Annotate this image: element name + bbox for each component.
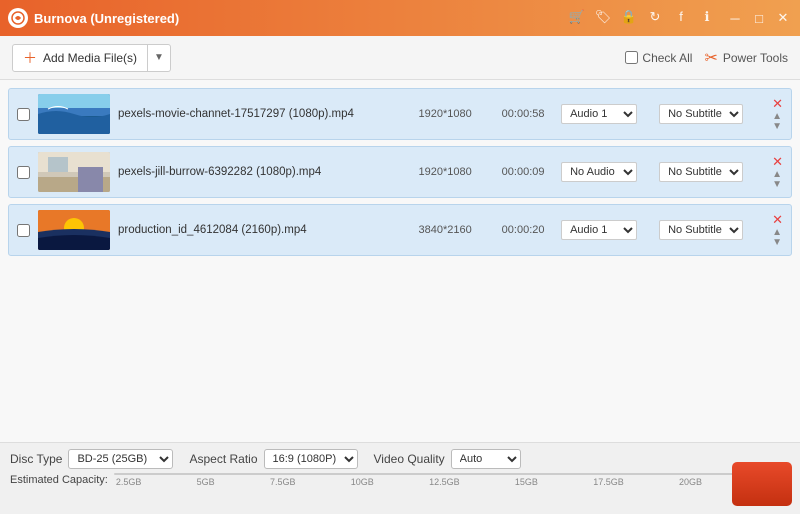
file-resolution-2: 3840*2160: [405, 224, 485, 236]
video-quality-field: Video Quality AutoHighMediumLow: [374, 449, 521, 469]
file-subtitle-2: No SubtitleSubtitle 1: [659, 220, 764, 240]
check-all-wrap[interactable]: Check All: [625, 51, 692, 65]
file-remove-0[interactable]: ✕: [772, 97, 783, 110]
disc-type-select[interactable]: BD-25 (25GB)BD-50 (50GB)DVD-5 (4.7GB)DVD…: [68, 449, 173, 469]
wrench-icon: ✂: [704, 48, 717, 68]
file-duration-2: 00:00:20: [493, 224, 553, 236]
bottom-row-settings: Disc Type BD-25 (25GB)BD-50 (50GB)DVD-5 …: [10, 449, 790, 469]
file-name-1: pexels-jill-burrow-6392282 (1080p).mp4: [118, 166, 397, 178]
capacity-tick: 2.5GB: [116, 477, 142, 487]
title-bar: Burnova (Unregistered) 🛒 🏷 🔒 ↻ f ℹ ─ □ ✕: [0, 0, 800, 36]
file-down-0[interactable]: ▼: [772, 122, 783, 132]
capacity-tick: 20GB: [679, 477, 702, 487]
file-reorder-1[interactable]: ▲ ▼: [772, 170, 783, 190]
file-audio-2: Audio 1No AudioAudio 2: [561, 220, 651, 240]
file-subtitle-0: No SubtitleSubtitle 1: [659, 104, 764, 124]
app-logo: [8, 8, 28, 28]
file-audio-0: Audio 1No AudioAudio 2: [561, 104, 651, 124]
info-icon[interactable]: ℹ: [698, 9, 716, 27]
minimize-button[interactable]: ─: [726, 9, 744, 27]
file-duration-1: 00:00:09: [493, 166, 553, 178]
add-media-label: Add Media File(s): [43, 51, 137, 65]
disc-type-label: Disc Type: [10, 452, 62, 466]
capacity-tick: 7.5GB: [270, 477, 296, 487]
file-audio-select-0[interactable]: Audio 1No AudioAudio 2: [561, 104, 637, 124]
reload-icon[interactable]: ↻: [646, 9, 664, 27]
file-actions-2: ✕ ▲ ▼: [772, 213, 783, 248]
file-thumbnail-0: [38, 94, 110, 134]
file-checkbox-2[interactable]: [17, 224, 30, 237]
check-all-checkbox[interactable]: [625, 51, 638, 64]
power-tools-button[interactable]: ✂ Power Tools: [704, 48, 788, 68]
capacity-label: Estimated Capacity:: [10, 474, 108, 486]
maximize-button[interactable]: □: [750, 9, 768, 27]
toolbar: ＋ Add Media File(s) ▼ Check All ✂ Power …: [0, 36, 800, 80]
close-button[interactable]: ✕: [774, 9, 792, 27]
bottom-row-capacity: Estimated Capacity: 2.5GB 5GB 7.5GB 10GB 12.…: [10, 473, 790, 487]
aspect-ratio-label: Aspect Ratio: [189, 452, 257, 466]
file-subtitle-select-1[interactable]: No SubtitleSubtitle 1: [659, 162, 743, 182]
capacity-tick: 15GB: [515, 477, 538, 487]
file-name-0: pexels-movie-channet-17517297 (1080p).mp…: [118, 108, 397, 120]
file-audio-select-2[interactable]: Audio 1No AudioAudio 2: [561, 220, 637, 240]
capacity-tick: 10GB: [351, 477, 374, 487]
file-audio-select-1[interactable]: Audio 1No AudioAudio 2: [561, 162, 637, 182]
bottom-bar: Disc Type BD-25 (25GB)BD-50 (50GB)DVD-5 …: [0, 442, 800, 514]
toolbar-right: Check All ✂ Power Tools: [625, 48, 788, 68]
video-quality-select[interactable]: AutoHighMediumLow: [451, 449, 521, 469]
aspect-ratio-field: Aspect Ratio 16:9 (1080P)4:316:9 (720P): [189, 449, 357, 469]
file-up-0[interactable]: ▲: [772, 112, 783, 122]
check-all-label: Check All: [642, 51, 692, 65]
file-down-2[interactable]: ▼: [772, 238, 783, 248]
cart-icon[interactable]: 🛒: [568, 9, 586, 27]
file-actions-1: ✕ ▲ ▼: [772, 155, 783, 190]
file-thumbnail-2: [38, 210, 110, 250]
next-button[interactable]: [732, 462, 792, 506]
title-icon-group: 🛒 🏷 🔒 ↻ f ℹ: [568, 9, 716, 27]
file-resolution-0: 1920*1080: [405, 108, 485, 120]
capacity-bar: [114, 473, 790, 475]
file-subtitle-select-0[interactable]: No SubtitleSubtitle 1: [659, 104, 743, 124]
file-checkbox-1[interactable]: [17, 166, 30, 179]
window-controls: ─ □ ✕: [726, 9, 792, 27]
file-item: pexels-movie-channet-17517297 (1080p).mp…: [8, 88, 792, 140]
file-checkbox-0[interactable]: [17, 108, 30, 121]
capacity-tick: 17.5GB: [593, 477, 624, 487]
video-quality-label: Video Quality: [374, 452, 445, 466]
file-remove-1[interactable]: ✕: [772, 155, 783, 168]
disc-type-field: Disc Type BD-25 (25GB)BD-50 (50GB)DVD-5 …: [10, 449, 173, 469]
file-actions-0: ✕ ▲ ▼: [772, 97, 783, 132]
add-media-dropdown-button[interactable]: ▼: [148, 44, 171, 72]
main-content: pexels-movie-channet-17517297 (1080p).mp…: [0, 80, 800, 442]
file-up-1[interactable]: ▲: [772, 170, 783, 180]
facebook-icon[interactable]: f: [672, 9, 690, 27]
file-subtitle-1: No SubtitleSubtitle 1: [659, 162, 764, 182]
capacity-tick: 12.5GB: [429, 477, 460, 487]
file-duration-0: 00:00:58: [493, 108, 553, 120]
capacity-tick: 5GB: [197, 477, 215, 487]
file-reorder-0[interactable]: ▲ ▼: [772, 112, 783, 132]
file-up-2[interactable]: ▲: [772, 228, 783, 238]
file-down-1[interactable]: ▼: [772, 180, 783, 190]
file-name-2: production_id_4612084 (2160p).mp4: [118, 224, 397, 236]
file-item: pexels-jill-burrow-6392282 (1080p).mp4 1…: [8, 146, 792, 198]
aspect-ratio-select[interactable]: 16:9 (1080P)4:316:9 (720P): [264, 449, 358, 469]
app-title: Burnova (Unregistered): [34, 11, 568, 26]
lock-icon[interactable]: 🔒: [620, 9, 638, 27]
file-resolution-1: 1920*1080: [405, 166, 485, 178]
add-icon: ＋: [23, 48, 37, 68]
capacity-container: 2.5GB5GB7.5GB10GB12.5GB15GB17.5GB20GB22.…: [114, 473, 790, 487]
file-subtitle-select-2[interactable]: No SubtitleSubtitle 1: [659, 220, 743, 240]
capacity-ticks: 2.5GB5GB7.5GB10GB12.5GB15GB17.5GB20GB22.…: [114, 477, 790, 487]
file-reorder-2[interactable]: ▲ ▼: [772, 228, 783, 248]
file-thumbnail-1: [38, 152, 110, 192]
tag-icon[interactable]: 🏷: [594, 9, 612, 27]
file-remove-2[interactable]: ✕: [772, 213, 783, 226]
file-audio-1: Audio 1No AudioAudio 2: [561, 162, 651, 182]
file-item: production_id_4612084 (2160p).mp4 3840*2…: [8, 204, 792, 256]
add-media-button[interactable]: ＋ Add Media File(s): [12, 44, 148, 72]
file-list: pexels-movie-channet-17517297 (1080p).mp…: [0, 80, 800, 442]
power-tools-label: Power Tools: [723, 51, 788, 65]
